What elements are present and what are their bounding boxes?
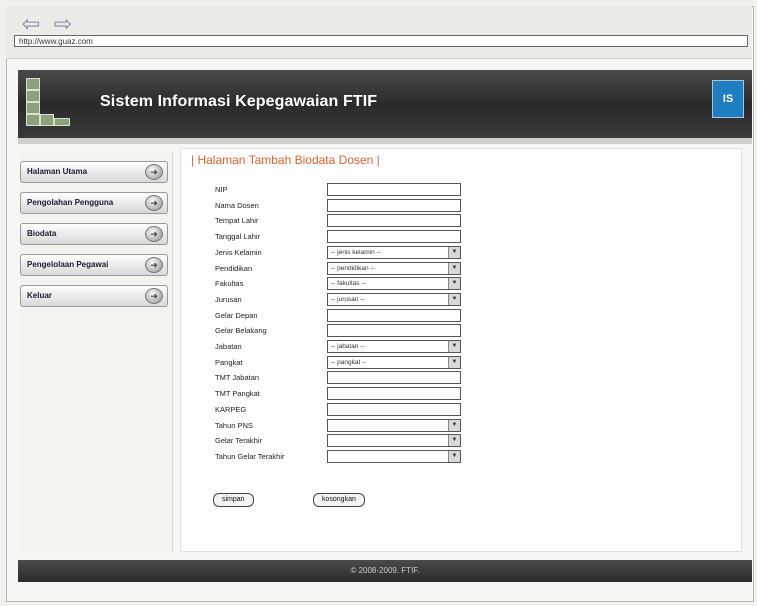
chevron-down-icon[interactable]: ▼ xyxy=(448,278,460,290)
sidebar-item-label: Halaman Utama xyxy=(27,167,88,176)
form-select[interactable]: ▼ xyxy=(327,418,461,432)
chevron-down-icon[interactable]: ▼ xyxy=(448,341,460,352)
sidebar-item[interactable]: Pengelolaan Pegawai ➜ xyxy=(20,254,168,276)
form-input[interactable] xyxy=(327,214,461,228)
sidebar-item[interactable]: Biodata ➜ xyxy=(20,223,168,245)
sidebar-item-label: Biodata xyxy=(27,229,57,238)
form-label: Jabatan xyxy=(215,342,242,351)
chevron-down-icon[interactable]: ▼ xyxy=(448,450,460,462)
header-divider xyxy=(18,138,752,144)
form-label: TMT Jabatan xyxy=(215,373,260,383)
form-select[interactable]: ▼ xyxy=(327,449,461,463)
chevron-down-icon[interactable]: ▼ xyxy=(448,246,460,258)
form-label: TMT Pangkat xyxy=(215,389,260,399)
form-label: Jurusan xyxy=(215,294,242,304)
sidebar-item[interactable]: Pengolahan Pengguna ➜ xyxy=(20,192,168,214)
select-value: -- pangkat -- xyxy=(331,358,367,366)
form-input[interactable] xyxy=(327,387,461,401)
footer: © 2008-2009. FTIF. xyxy=(18,560,752,582)
form-select[interactable]: -- pendidikan -- ▼ xyxy=(327,261,461,275)
form-label: Nama Dosen xyxy=(215,200,259,210)
select-value: -- jurusan -- xyxy=(331,295,365,303)
save-button[interactable]: simpan xyxy=(213,493,254,507)
address-bar[interactable]: http://www.guaz.com xyxy=(14,35,748,47)
chevron-down-icon[interactable]: ▼ xyxy=(448,293,460,305)
form-label: Pangkat xyxy=(215,357,243,367)
arrow-right-icon: ➜ xyxy=(145,226,163,242)
browser-toolbar: ⇦ ⇨ xyxy=(6,6,752,59)
form-label: Gelar Terakhir xyxy=(215,436,262,446)
chevron-down-icon[interactable]: ▼ xyxy=(448,419,460,431)
form-label: KARPEG xyxy=(215,404,247,414)
form-label: Tahun PNS xyxy=(215,420,253,430)
form-label: Pendidikan xyxy=(215,263,253,273)
forward-arrow-icon[interactable]: ⇨ xyxy=(50,13,76,36)
select-value: -- jenis kelamin -- xyxy=(331,248,381,256)
form-label: Tahun Gelar Terakhir xyxy=(215,451,285,461)
form-label: NIP xyxy=(215,185,228,194)
site-header: Sistem Informasi Kepegawaian FTIF IS xyxy=(18,70,752,138)
arrow-right-icon: ➜ xyxy=(145,288,163,304)
form-label: Gelar Belakang xyxy=(215,326,267,336)
form-label: Gelar Depan xyxy=(215,310,258,320)
back-arrow-icon[interactable]: ⇦ xyxy=(18,13,44,36)
form-select[interactable]: -- jabatan -- ▼ xyxy=(327,340,461,353)
arrow-right-icon: ➜ xyxy=(145,257,163,273)
arrow-right-icon: ➜ xyxy=(145,195,163,211)
logo-icon xyxy=(24,76,74,130)
select-value: -- jabatan -- xyxy=(331,343,365,350)
form-label: Fakultas xyxy=(215,279,244,289)
sidebar-item-label: Keluar xyxy=(27,291,52,300)
form-select[interactable]: ▼ xyxy=(327,434,461,448)
sidebar: Halaman Utama ➜ Pengolahan Pengguna ➜ Biodat… xyxy=(20,152,173,552)
form-input[interactable] xyxy=(327,324,461,338)
sidebar-item-label: Pengolahan Pengguna xyxy=(27,198,114,207)
footer-copyright: © 2008-2009. FTIF. xyxy=(350,566,420,575)
sidebar-item[interactable]: Keluar ➜ xyxy=(20,285,168,307)
select-value: -- fakultas -- xyxy=(331,280,366,288)
chevron-down-icon[interactable]: ▼ xyxy=(448,356,460,368)
institution-badge-icon: IS xyxy=(712,80,744,118)
form-input[interactable] xyxy=(327,198,461,212)
form-label: Tanggal Lahir xyxy=(215,232,261,242)
site-title: Sistem Informasi Kepegawaian FTIF xyxy=(100,93,378,110)
form-label: Tempat Lahir xyxy=(215,216,259,226)
form-select[interactable]: -- jurusan -- ▼ xyxy=(327,292,461,306)
main-content: | Halaman Tambah Biodata Dosen | NIP Nama… xyxy=(180,148,742,552)
sidebar-item-label: Pengelolaan Pegawai xyxy=(27,260,109,269)
form-input[interactable] xyxy=(327,402,461,416)
form-input[interactable] xyxy=(327,230,461,244)
select-value: -- pendidikan -- xyxy=(331,264,375,272)
page-title: | Halaman Tambah Biodata Dosen | xyxy=(191,153,380,167)
sidebar-item[interactable]: Halaman Utama ➜ xyxy=(20,161,168,183)
arrow-right-icon: ➜ xyxy=(145,164,163,180)
form-input[interactable] xyxy=(327,308,461,322)
chevron-down-icon[interactable]: ▼ xyxy=(448,435,460,447)
clear-button[interactable]: kosongkan xyxy=(313,493,365,507)
form-input[interactable] xyxy=(327,371,461,385)
form-select[interactable]: -- pangkat -- ▼ xyxy=(327,355,461,369)
form-label: Jenis Kelamin xyxy=(215,247,262,257)
form-select[interactable]: -- jenis kelamin -- ▼ xyxy=(327,245,461,259)
chevron-down-icon[interactable]: ▼ xyxy=(448,262,460,274)
form-select[interactable]: -- fakultas -- ▼ xyxy=(327,277,461,291)
form-input[interactable] xyxy=(327,183,461,196)
